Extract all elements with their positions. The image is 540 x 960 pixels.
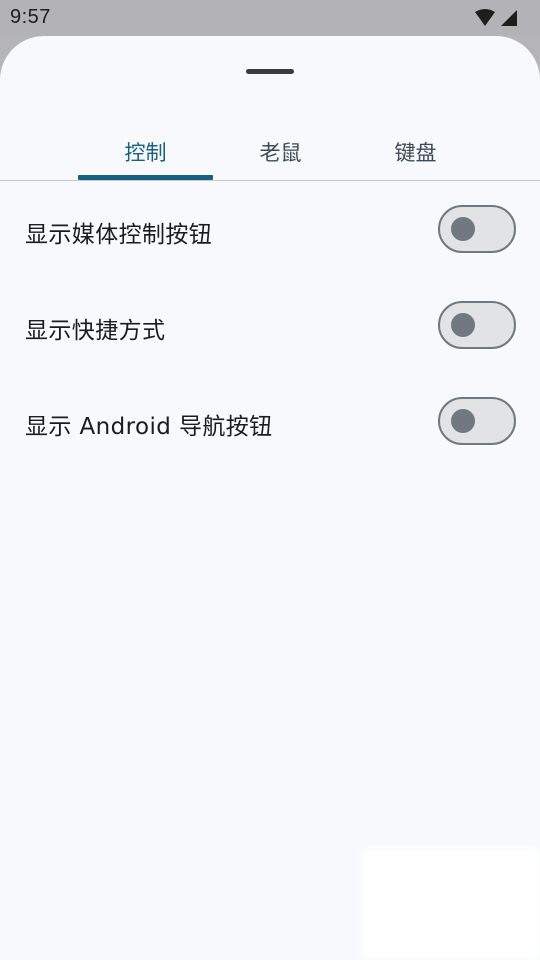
setting-row-android-nav[interactable]: 显示 Android 导航按钮 xyxy=(0,381,540,461)
corner-highlight xyxy=(362,848,540,960)
setting-row-media-controls[interactable]: 显示媒体控制按钮 xyxy=(0,189,540,269)
tab-control[interactable]: 控制 xyxy=(78,124,213,180)
signal-icon xyxy=(501,10,517,26)
tab-bar: 控制 老鼠 键盘 屏 xyxy=(0,124,540,181)
tab-mouse-label: 老鼠 xyxy=(259,141,302,165)
tab-keyboard-label: 键盘 xyxy=(394,141,437,165)
setting-label-android-nav: 显示 Android 导航按钮 xyxy=(25,414,273,440)
tab-mouse[interactable]: 老鼠 xyxy=(213,124,348,180)
shortcuts-switch[interactable] xyxy=(438,301,516,349)
active-tab-indicator xyxy=(78,175,213,180)
media-controls-switch[interactable] xyxy=(438,205,516,253)
switch-thumb xyxy=(451,409,475,433)
tab-keyboard[interactable]: 键盘 xyxy=(348,124,483,180)
switch-thumb xyxy=(451,313,475,337)
android-nav-switch[interactable] xyxy=(438,397,516,445)
drag-handle[interactable] xyxy=(246,69,294,74)
setting-label-shortcuts: 显示快捷方式 xyxy=(25,318,166,344)
setting-label-media-controls: 显示媒体控制按钮 xyxy=(25,222,213,248)
tab-screen[interactable]: 屏 xyxy=(483,124,540,180)
tab-control-label: 控制 xyxy=(124,141,167,165)
status-time: 9:57 xyxy=(10,6,51,28)
bottom-sheet: 控制 老鼠 键盘 屏 显示媒体控制按钮 显示快捷方式 显示 Android 导航… xyxy=(0,36,540,960)
setting-row-shortcuts[interactable]: 显示快捷方式 xyxy=(0,285,540,365)
status-bar: 9:57 xyxy=(0,0,540,36)
wifi-icon xyxy=(475,9,495,26)
status-icons xyxy=(474,9,520,29)
switch-thumb xyxy=(451,217,475,241)
